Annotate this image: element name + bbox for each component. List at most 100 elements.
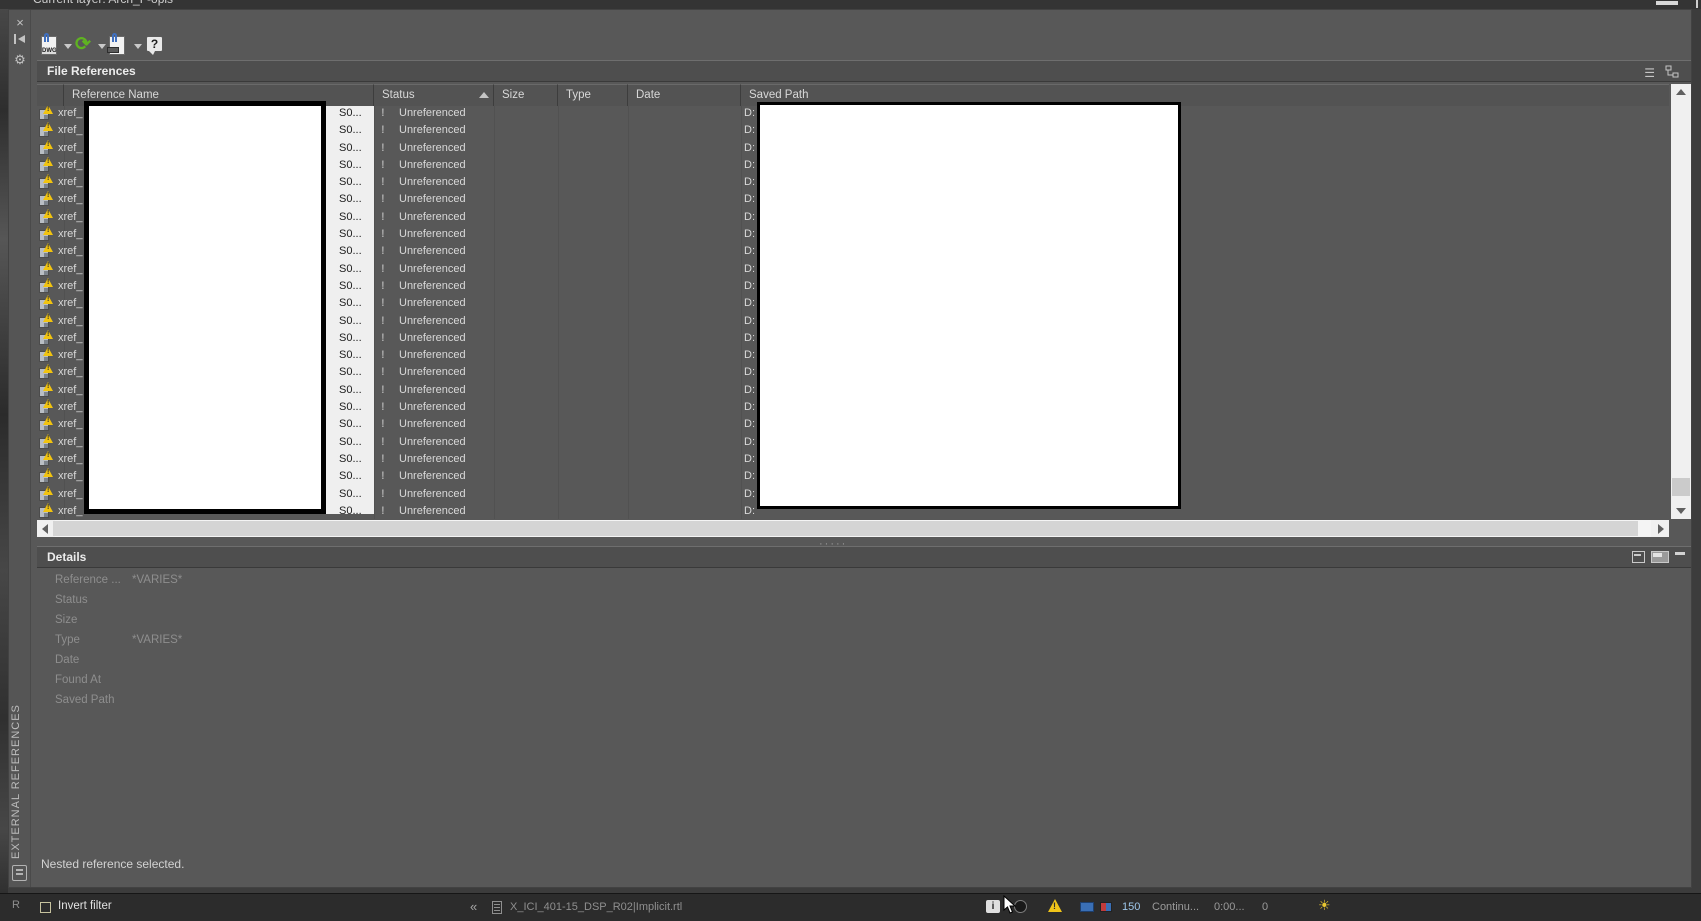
status-value-continu[interactable]: Continu... [1152,901,1199,913]
row-name-truncated: S0... [339,487,362,500]
row-name-truncated: S0... [339,349,362,362]
header-size[interactable]: Size [494,84,558,106]
refresh-icon: ⟳ [75,34,91,55]
refresh-dropdown-icon[interactable] [98,44,106,49]
help-button[interactable]: ? [146,36,163,58]
details-page-icon[interactable] [1632,551,1645,563]
drawing-name[interactable]: X_ICI_401-15_DSP_R02|Implicit.rtl [510,901,682,913]
horizontal-scrollbar[interactable] [37,520,1669,537]
layout-status-icon[interactable] [1080,902,1094,912]
row-saved-path: D: [744,331,755,344]
xref-unreferenced-icon: ! [39,399,53,415]
scroll-down-button[interactable] [1671,503,1691,519]
xref-unreferenced-icon: ! [39,139,53,155]
partial-palette-tab-letter: R [12,899,20,911]
row-name-truncated: S0... [339,193,362,206]
change-path-dropdown-icon[interactable] [134,44,142,49]
info-bubble-icon[interactable]: i [986,900,1000,913]
redaction-overlay-names [84,101,326,514]
row-name-truncated: S0... [339,210,362,223]
details-minimize-icon[interactable] [1675,552,1685,555]
collapse-chevrons[interactable]: « [470,899,477,914]
status-value-zero[interactable]: 0 [1262,901,1268,913]
mouse-cursor [1003,894,1017,920]
header-icon-column [37,84,64,106]
vertical-scrollbar[interactable] [1671,84,1691,519]
row-reference-name: xref_ [58,401,83,414]
row-status: Unreferenced [399,245,466,258]
row-reference-name: xref_ [58,331,83,344]
row-name-truncated: S0... [339,504,362,517]
auto-hide-icon[interactable] [12,33,28,49]
row-saved-path: D: [744,210,755,223]
vertical-scroll-thumb[interactable] [1672,478,1690,496]
row-name-truncated: S0... [339,176,362,189]
external-references-palette: × ⚙ EXTERNAL REFERENCES DWG ⟳ ? File Ref… [8,9,1692,888]
row-name-truncated: S0... [339,401,362,414]
details-field: Status [37,592,1437,612]
window-minimize-fragment[interactable] [1656,1,1678,5]
row-status-mark: ! [381,210,385,223]
palette-grip-icon[interactable] [12,865,27,881]
preview-image-icon[interactable] [1651,551,1669,563]
row-status: Unreferenced [399,158,466,171]
refresh-button[interactable]: ⟳ [75,33,91,55]
row-name-truncated: S0... [339,383,362,396]
invert-filter-checkbox[interactable] [40,902,51,913]
details-field-value: *VARIES* [132,634,183,646]
row-status: Unreferenced [399,279,466,292]
palette-status-message: Nested reference selected. [41,857,185,871]
row-reference-name: xref_ [58,435,83,448]
row-reference-name: xref_ [58,349,83,362]
status-value-time[interactable]: 0:00... [1214,901,1245,913]
row-status-mark: ! [381,141,385,154]
tree-view-icon[interactable] [1665,65,1679,83]
attach-dropdown-icon[interactable] [64,44,72,49]
xref-unreferenced-icon: ! [39,347,53,363]
row-reference-name: xref_ [58,504,83,517]
warning-triangle-icon[interactable] [1048,899,1062,912]
details-field-label: Size [55,614,78,626]
row-saved-path: D: [744,349,755,362]
row-saved-path: D: [744,418,755,431]
list-view-icon[interactable]: ☰ [1644,66,1655,80]
attach-dwg-icon: DWG [41,33,57,55]
row-saved-path: D: [744,470,755,483]
row-reference-name: xref_ [58,279,83,292]
bottom-bar: Invert filter « X_ICI_401-15_DSP_R02|Imp… [0,893,1701,921]
status-value-150[interactable]: 150 [1122,901,1140,913]
sun-icon[interactable]: ☀ [1318,897,1331,914]
row-saved-path: D: [744,245,755,258]
close-icon[interactable]: × [12,15,28,31]
row-reference-name: xref_ [58,452,83,465]
row-reference-name: xref_ [58,210,83,223]
change-path-icon [107,33,125,55]
row-status-mark: ! [381,452,385,465]
row-name-truncated: S0... [339,314,362,327]
xref-unreferenced-icon: ! [39,364,53,380]
details-field-value: *VARIES* [132,574,183,586]
row-status: Unreferenced [399,262,466,275]
annotation-status-icon[interactable] [1100,902,1112,912]
scroll-right-button[interactable] [1651,520,1669,537]
horizontal-scroll-thumb[interactable] [53,521,1638,536]
change-path-button[interactable] [107,33,125,58]
header-date[interactable]: Date [628,84,741,106]
row-status: Unreferenced [399,141,466,154]
details-bar: Details [37,546,1691,568]
row-reference-name: xref_ [58,176,83,189]
row-reference-name: xref_ [58,124,83,137]
row-status-mark: ! [381,470,385,483]
properties-gear-icon[interactable]: ⚙ [12,52,28,68]
header-status[interactable]: Status [374,84,494,106]
palette-title-bar: × ⚙ EXTERNAL REFERENCES [9,10,31,887]
header-type[interactable]: Type [558,84,628,106]
xref-unreferenced-icon: ! [39,156,53,172]
xref-unreferenced-icon: ! [39,312,53,328]
app-top-strip: Current layer: Arch_F-opis [0,0,1701,9]
scroll-up-button[interactable] [1671,84,1691,100]
row-reference-name: xref_ [58,418,83,431]
row-status-mark: ! [381,383,385,396]
attach-dwg-button[interactable]: DWG [41,33,57,58]
row-status: Unreferenced [399,331,466,344]
